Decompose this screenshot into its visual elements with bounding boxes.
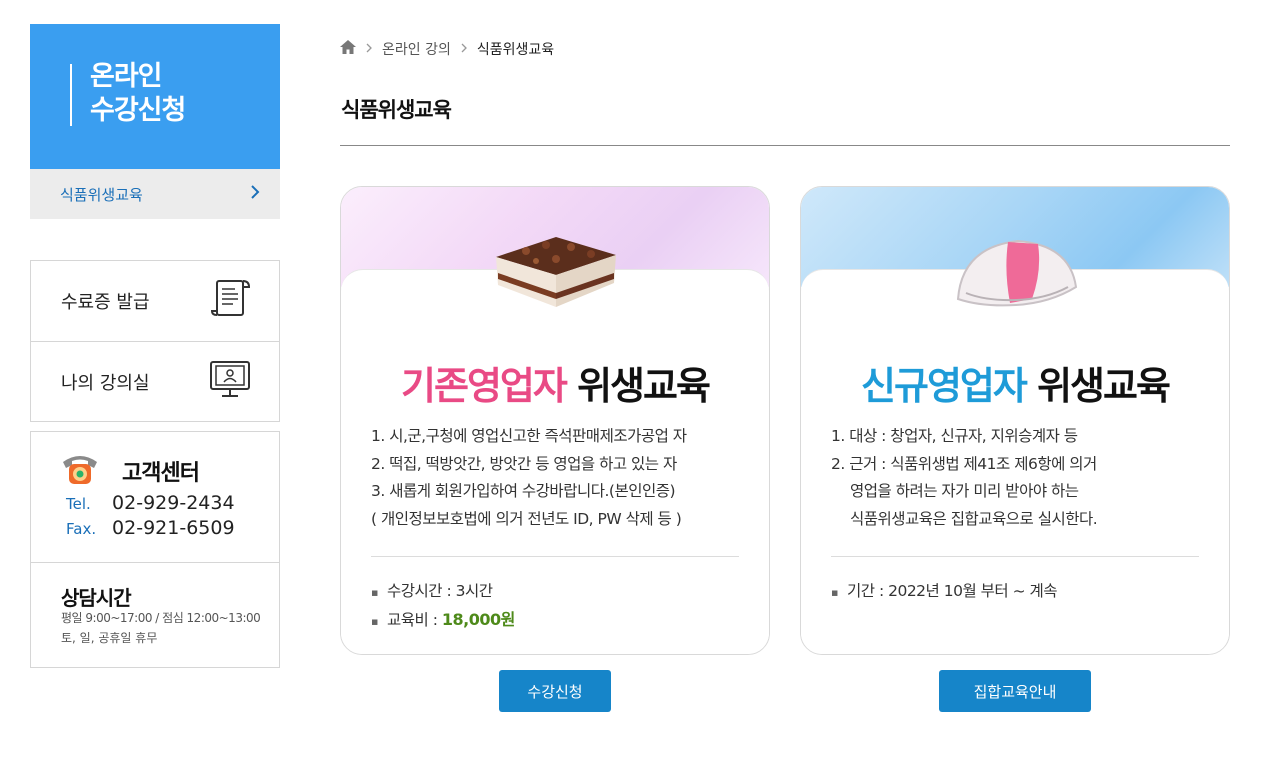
hours-weekday: 평일 9:00~17:00 / 점심 12:00~13:00 — [61, 611, 261, 625]
sidebar-item-label: 식품위생교육 — [60, 185, 143, 204]
card-title: 기존영업자 위생교육 — [341, 355, 769, 410]
monitor-user-icon — [209, 359, 251, 404]
card-info: ▪ 수강시간 : 3시간 ▪ 교육비 : 18,000원 — [371, 578, 515, 635]
breadcrumb-separator — [461, 42, 467, 57]
desc-line: 3. 새롭게 회원가입하여 수강바랍니다.(본인인증) — [371, 482, 676, 500]
sidebar-header: 온라인 수강신청 — [30, 24, 280, 169]
register-course-button[interactable]: 수강신청 — [499, 670, 611, 712]
bullet: ▪ — [371, 586, 378, 599]
card-description: 1. 시,군,구청에 영업신고한 즉석판매제조가공업 자 2. 떡집, 떡방앗간… — [371, 423, 687, 533]
info-row-fee: ▪ 교육비 : 18,000원 — [371, 606, 515, 635]
desc-line: 1. 시,군,구청에 영업신고한 즉석판매제조가공업 자 — [371, 427, 687, 445]
card-new-business: 신규영업자 위생교육 1. 대상 : 창업자, 신규자, 지위승계자 등 2. … — [800, 186, 1230, 655]
bullet: ▪ — [831, 586, 838, 599]
rice-cake-image — [946, 227, 1086, 313]
title-divider — [340, 145, 1230, 146]
tel-number: 02-929-2434 — [112, 492, 235, 514]
hours-holiday: 토, 일, 공휴일 휴무 — [61, 631, 158, 645]
desc-line: 식품위생교육은 집합교육으로 실시한다. — [850, 509, 1098, 528]
home-icon[interactable] — [340, 40, 356, 58]
tel-label: Tel. — [66, 495, 91, 513]
info-period: 기간 : 2022년 10월 부터 ~ 계속 — [847, 582, 1058, 600]
customer-center-contact: 고객센터 Tel. 02-929-2434 Fax. 02-921-6509 — [31, 432, 279, 563]
rice-cake-image — [486, 227, 626, 313]
card-title-rest: 위생교육 — [565, 364, 711, 408]
sidebar: 온라인 수강신청 식품위생교육 — [30, 24, 280, 219]
sidebar-title-line2: 수강신청 — [90, 95, 186, 126]
card-title: 신규영업자 위생교육 — [801, 355, 1229, 410]
sidebar-item-food-hygiene[interactable]: 식품위생교육 — [30, 169, 280, 219]
desc-line: 2. 근거 : 식품위생법 제41조 제6항에 의거 — [831, 454, 1097, 473]
certificate-scroll-icon — [210, 278, 251, 325]
info-time: 수강시간 : 3시간 — [387, 582, 493, 600]
fax-number: 02-921-6509 — [112, 517, 235, 539]
tel-line: Tel. 02-929-2434 — [66, 492, 235, 514]
info-fee-label: 교육비 : — [387, 611, 442, 629]
card-title-rest: 위생교육 — [1025, 364, 1171, 408]
menu-label: 수료증 발급 — [61, 292, 150, 313]
customer-center: 고객센터 Tel. 02-929-2434 Fax. 02-921-6509 상… — [30, 431, 280, 668]
page-title: 식품위생교육 — [341, 98, 452, 122]
fax-line: Fax. 02-921-6509 — [66, 517, 235, 539]
bullet: ▪ — [371, 615, 378, 628]
hours-title: 상담시간 — [61, 586, 132, 610]
card-divider — [371, 556, 739, 557]
info-row-period: ▪ 기간 : 2022년 10월 부터 ~ 계속 — [831, 578, 1058, 606]
breadcrumb-separator — [366, 42, 372, 57]
breadcrumb: 온라인 강의 식품위생교육 — [340, 39, 554, 59]
chevron-right-icon — [250, 184, 260, 204]
desc-line: 2. 떡집, 떡방앗간, 방앗간 등 영업을 하고 있는 자 — [371, 454, 677, 473]
card-divider — [831, 556, 1199, 557]
card-description: 1. 대상 : 창업자, 신규자, 지위승계자 등 2. 근거 : 식품위생법 … — [831, 423, 1098, 533]
breadcrumb-current: 식품위생교육 — [476, 42, 555, 58]
sidebar-menu: 수료증 발급 나의 강의실 — [30, 260, 280, 422]
sidebar-title: 온라인 수강신청 — [90, 60, 186, 128]
customer-center-title: 고객센터 — [122, 461, 200, 486]
card-title-accent: 신규영업자 — [861, 364, 1028, 408]
menu-label: 나의 강의실 — [61, 372, 150, 394]
sidebar-header-bar — [70, 64, 72, 126]
sidebar-title-line1: 온라인 — [90, 61, 163, 92]
desc-line: ( 개인정보보호법에 의거 전년도 ID, PW 삭제 등 ) — [371, 509, 682, 528]
card-existing-business: 기존영업자 위생교육 1. 시,군,구청에 영업신고한 즉석판매제조가공업 자 … — [340, 186, 770, 655]
group-education-info-button[interactable]: 집합교육안내 — [939, 670, 1091, 712]
card-title-accent: 기존영업자 — [401, 364, 568, 408]
menu-my-classroom[interactable]: 나의 강의실 — [31, 341, 279, 421]
desc-line: 1. 대상 : 창업자, 신규자, 지위승계자 등 — [831, 427, 1078, 445]
desc-line: 영업을 하려는 자가 미리 받아야 하는 — [850, 482, 1079, 500]
menu-certificate-issue[interactable]: 수료증 발급 — [31, 261, 279, 341]
fax-label: Fax. — [66, 520, 97, 538]
info-fee-value: 18,000원 — [441, 610, 515, 629]
breadcrumb-online-lecture[interactable]: 온라인 강의 — [382, 39, 451, 59]
info-row-time: ▪ 수강시간 : 3시간 — [371, 578, 515, 606]
card-info: ▪ 기간 : 2022년 10월 부터 ~ 계속 — [831, 578, 1058, 606]
phone-icon — [61, 450, 99, 486]
